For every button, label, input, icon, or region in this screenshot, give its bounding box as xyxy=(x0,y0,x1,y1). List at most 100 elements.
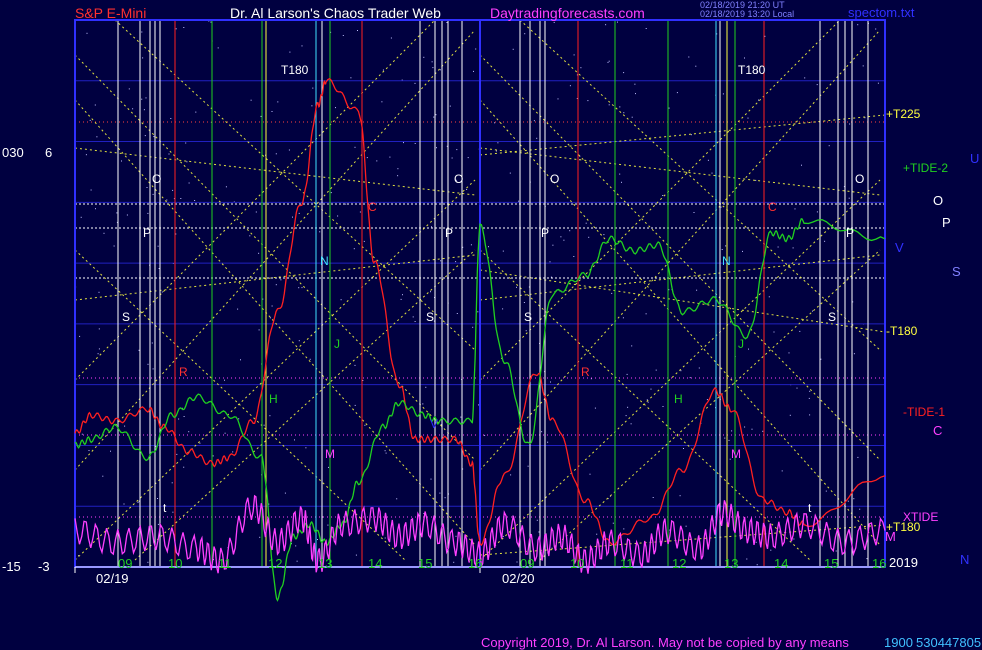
background-dot xyxy=(288,149,290,151)
diagonal-line xyxy=(479,19,841,381)
hour-label: 09 xyxy=(520,556,535,571)
background-dot xyxy=(271,111,273,112)
background-dot xyxy=(170,118,172,119)
background-dot xyxy=(309,358,311,360)
background-dot xyxy=(433,116,435,118)
background-dot xyxy=(502,535,504,537)
background-dot xyxy=(801,164,802,166)
background-dot xyxy=(748,348,749,350)
background-dot xyxy=(121,160,122,162)
background-dot xyxy=(605,24,607,26)
background-dot xyxy=(580,67,582,69)
background-dot xyxy=(284,492,286,494)
background-dot xyxy=(440,260,442,262)
site-link[interactable]: Daytradingforecasts.com xyxy=(490,6,645,20)
background-dot xyxy=(762,430,764,432)
background-dot xyxy=(866,558,868,560)
background-dot xyxy=(679,495,681,497)
legend-tide1: -TIDE-1 xyxy=(903,405,945,419)
background-dot xyxy=(269,317,271,319)
hour-label: 12 xyxy=(672,556,687,571)
background-dot xyxy=(625,415,627,417)
background-dot xyxy=(439,69,441,71)
background-dot xyxy=(744,426,746,428)
background-dot xyxy=(662,195,664,196)
right-letter-v: V xyxy=(895,240,904,255)
chart-marker-label: O xyxy=(152,172,161,186)
background-dot xyxy=(238,418,240,420)
background-dot xyxy=(157,245,159,247)
chart-marker-label: P xyxy=(445,226,453,240)
background-dot xyxy=(280,279,282,281)
footer-code: 1900 xyxy=(884,635,913,650)
hour-label: 16 xyxy=(468,556,483,571)
background-dot xyxy=(755,541,757,543)
background-dot xyxy=(396,498,398,500)
background-dot xyxy=(685,525,687,527)
background-dot xyxy=(788,352,790,354)
author-title: Dr. Al Larson's Chaos Trader Web xyxy=(230,5,441,21)
background-dot xyxy=(414,82,416,84)
background-dot xyxy=(706,399,708,401)
background-dot xyxy=(536,137,538,139)
background-dot xyxy=(744,57,745,59)
background-dot xyxy=(799,330,801,332)
background-dot xyxy=(650,388,652,390)
background-dot xyxy=(224,432,226,434)
chart-marker-label: S xyxy=(524,310,532,324)
chart-marker-label: O xyxy=(855,172,864,186)
background-dot xyxy=(152,368,154,370)
left-top-inner-label: 6 xyxy=(45,145,53,160)
background-dot xyxy=(412,316,414,318)
background-dot xyxy=(547,441,549,443)
background-dot xyxy=(495,150,497,152)
chart-marker-label: N xyxy=(722,254,731,268)
background-dot xyxy=(536,519,538,521)
background-dot xyxy=(473,70,474,72)
background-dot xyxy=(86,32,88,34)
background-dot xyxy=(728,439,730,441)
background-dot xyxy=(689,377,691,379)
background-dot xyxy=(292,216,293,218)
background-dot xyxy=(153,136,155,138)
background-dot xyxy=(311,105,313,107)
background-dot xyxy=(724,437,726,439)
background-dot xyxy=(816,211,818,213)
background-dot xyxy=(711,172,713,174)
background-dot xyxy=(623,528,625,530)
chart-marker-label: O xyxy=(550,172,559,186)
background-dot xyxy=(707,159,709,161)
background-dot xyxy=(877,82,879,84)
background-dot xyxy=(110,450,111,452)
background-dot xyxy=(389,156,391,158)
background-dot xyxy=(97,353,99,355)
chart-marker-label: P xyxy=(143,226,151,240)
background-dot xyxy=(550,381,551,383)
background-dot xyxy=(523,302,525,303)
background-dot xyxy=(631,116,633,118)
background-dot xyxy=(449,105,451,107)
chart-marker-label: R xyxy=(581,365,590,379)
background-dot xyxy=(698,367,700,369)
background-dot xyxy=(357,30,358,31)
background-dot xyxy=(777,246,779,248)
background-dot xyxy=(655,369,657,371)
background-dot xyxy=(683,448,684,449)
hour-label: 16 xyxy=(872,556,887,571)
right-letter-u: U xyxy=(970,151,980,166)
background-dot xyxy=(157,523,159,525)
background-dot xyxy=(240,359,241,361)
background-dot xyxy=(143,109,145,111)
background-dot xyxy=(809,390,811,392)
background-dot xyxy=(553,21,555,23)
background-dot xyxy=(825,490,827,492)
background-dot xyxy=(751,428,753,430)
background-dot xyxy=(451,157,453,159)
background-dot xyxy=(792,247,794,249)
background-dot xyxy=(796,387,798,389)
background-dot xyxy=(516,286,517,288)
diagonal-line xyxy=(479,269,886,333)
background-dot xyxy=(195,111,197,113)
background-dot xyxy=(466,189,468,190)
background-dot xyxy=(439,492,441,494)
